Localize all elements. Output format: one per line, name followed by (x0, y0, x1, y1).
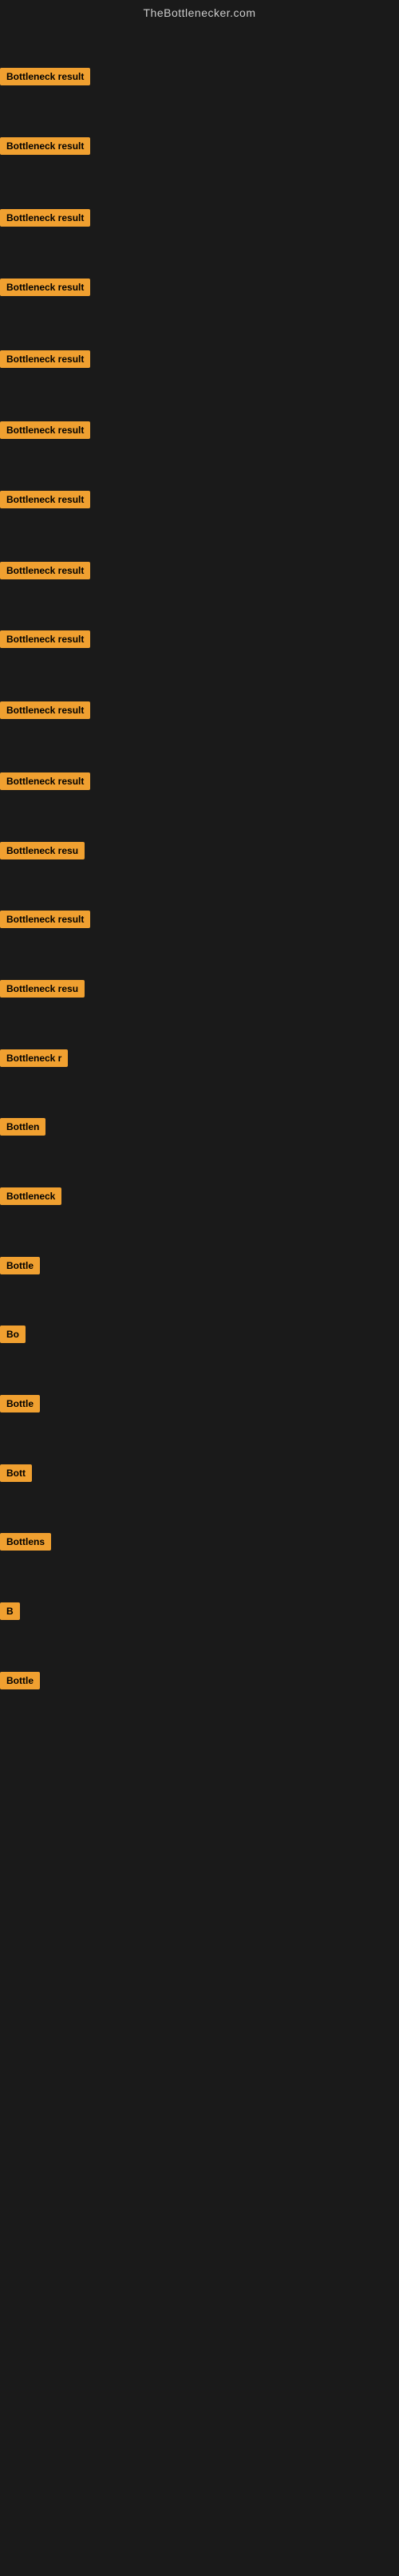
bottleneck-badge: Bottleneck result (0, 772, 90, 790)
bottleneck-badge: B (0, 1602, 20, 1620)
bottleneck-item: Bottleneck result (0, 911, 90, 932)
bottleneck-badge: Bottleneck result (0, 562, 90, 579)
bottleneck-item: Bottle (0, 1395, 40, 1416)
bottleneck-item: Bottleneck resu (0, 980, 85, 1002)
bottleneck-item: Bottleneck resu (0, 842, 85, 863)
bottleneck-item: Bott (0, 1464, 32, 1486)
bottleneck-item: Bottleneck result (0, 279, 90, 300)
bottleneck-badge: Bottleneck result (0, 630, 90, 648)
bottleneck-badge: Bottleneck result (0, 701, 90, 719)
bottleneck-badge: Bottleneck result (0, 137, 90, 155)
bottleneck-item: Bottle (0, 1672, 40, 1693)
bottleneck-item: Bottleneck result (0, 562, 90, 583)
bottleneck-item: Bottleneck result (0, 68, 90, 89)
bottleneck-badge: Bottleneck result (0, 209, 90, 227)
bottleneck-badge: Bottlens (0, 1533, 51, 1551)
bottleneck-badge: Bottleneck (0, 1187, 61, 1205)
bottleneck-badge: Bottle (0, 1395, 40, 1412)
bottleneck-item: B (0, 1602, 20, 1624)
bottleneck-badge: Bottleneck r (0, 1049, 68, 1067)
bottleneck-item: Bottlens (0, 1533, 51, 1555)
bottleneck-item: Bottleneck result (0, 421, 90, 443)
bottleneck-item: Bottleneck result (0, 491, 90, 512)
bottleneck-item: Bottleneck r (0, 1049, 68, 1071)
bottleneck-badge: Bo (0, 1326, 26, 1343)
bottleneck-badge: Bottleneck resu (0, 980, 85, 998)
bottleneck-badge: Bottleneck resu (0, 842, 85, 859)
bottleneck-item: Bottleneck (0, 1187, 61, 1209)
bottleneck-badge: Bott (0, 1464, 32, 1482)
bottleneck-item: Bottleneck result (0, 137, 90, 159)
site-title: TheBottlenecker.com (0, 0, 399, 22)
bottleneck-badge: Bottleneck result (0, 68, 90, 85)
bottleneck-item: Bottleneck result (0, 209, 90, 231)
bottleneck-badge: Bottleneck result (0, 279, 90, 296)
bottleneck-item: Bottlen (0, 1118, 45, 1140)
bottleneck-badge: Bottleneck result (0, 911, 90, 928)
bottleneck-badge: Bottleneck result (0, 421, 90, 439)
bottleneck-item: Bottleneck result (0, 701, 90, 723)
bottleneck-badge: Bottleneck result (0, 491, 90, 508)
bottleneck-badge: Bottle (0, 1257, 40, 1274)
bottleneck-item: Bottleneck result (0, 772, 90, 794)
bottleneck-badge: Bottle (0, 1672, 40, 1689)
bottleneck-badge: Bottleneck result (0, 350, 90, 368)
bottleneck-item: Bottleneck result (0, 350, 90, 372)
bottleneck-item: Bottleneck result (0, 630, 90, 652)
bottleneck-item: Bottle (0, 1257, 40, 1278)
bottleneck-item: Bo (0, 1326, 26, 1347)
bottleneck-badge: Bottlen (0, 1118, 45, 1136)
